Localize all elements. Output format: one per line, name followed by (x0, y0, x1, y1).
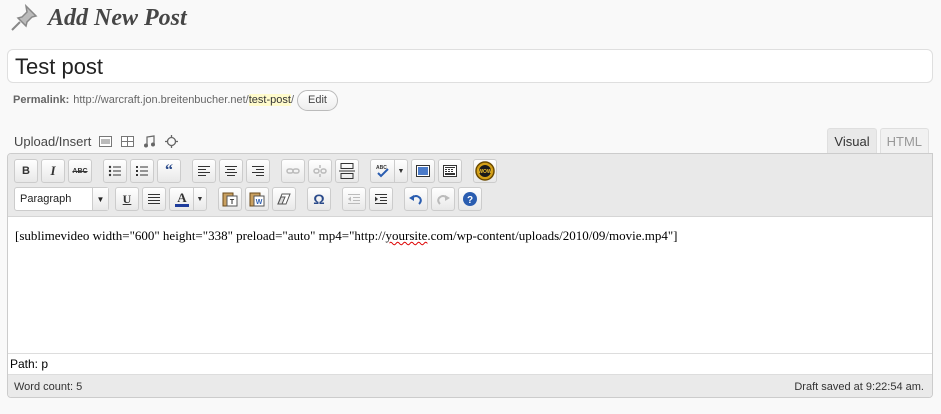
fullscreen-button[interactable] (411, 159, 435, 183)
chevron-down-icon[interactable]: ▼ (395, 160, 407, 182)
permalink-row: Permalink: http://warcraft.jon.breitenbu… (13, 89, 338, 111)
text-color-button[interactable]: A ▼ (169, 187, 207, 211)
redo-button[interactable] (431, 187, 455, 211)
wow-icon: WOW (475, 161, 495, 181)
strikethrough-icon: ABC (72, 167, 88, 175)
undo-button[interactable] (404, 187, 428, 211)
path-text: Path: p (10, 357, 49, 371)
word-count: Word count: 5 (14, 381, 83, 393)
link-icon (286, 168, 300, 174)
underline-button[interactable]: U (115, 187, 139, 211)
video-icon[interactable] (119, 133, 135, 149)
page-header: Add New Post (8, 2, 187, 34)
permalink-slug[interactable]: test-post (248, 94, 291, 106)
toolbar-row-1: B I ABC “ ABC ▼ WOW (14, 159, 500, 183)
redo-icon (437, 195, 450, 205)
chevron-down-icon: ▼ (92, 188, 108, 210)
remove-format-icon (277, 193, 291, 205)
pushpin-icon (8, 2, 42, 34)
svg-text:WOW: WOW (478, 169, 492, 175)
align-left-button[interactable] (192, 159, 216, 183)
text-color-icon: A (170, 188, 194, 210)
editor-toolbar: B I ABC “ ABC ▼ WOW Paragraph ▼ U A ▼ T … (8, 154, 932, 217)
paste-word-icon: W (249, 192, 265, 207)
paste-word-button[interactable]: W (245, 187, 269, 211)
numbered-list-button[interactable] (130, 159, 154, 183)
toolbar-row-2: Paragraph ▼ U A ▼ T W Ω ? (14, 187, 485, 211)
paste-text-button[interactable]: T (218, 187, 242, 211)
media-buttons: Upload/Insert (14, 131, 179, 151)
special-char-button[interactable]: Ω (307, 187, 331, 211)
kitchen-sink-icon (443, 165, 457, 177)
undo-icon (409, 195, 422, 205)
more-tag-icon (339, 163, 355, 179)
unlink-button[interactable] (308, 159, 332, 183)
format-select[interactable]: Paragraph ▼ (14, 187, 109, 211)
editor-content-area[interactable]: [sublimevideo width="600" height="338" p… (8, 218, 932, 353)
italic-button[interactable]: I (41, 159, 65, 183)
bold-button[interactable]: B (14, 159, 38, 183)
link-button[interactable] (281, 159, 305, 183)
post-title-input[interactable] (8, 50, 932, 82)
editor-tabs: Visual HTML (824, 128, 929, 154)
paste-text-icon: T (222, 192, 238, 207)
content-text-before: [sublimevideo width="600" height="338" p… (15, 228, 386, 243)
svg-text:T: T (230, 199, 235, 206)
fullscreen-icon (416, 165, 430, 177)
editor-container: B I ABC “ ABC ▼ WOW Paragraph ▼ U A ▼ T … (7, 153, 933, 398)
justify-icon (148, 194, 160, 204)
unlink-icon (313, 165, 327, 177)
more-tag-button[interactable] (335, 159, 359, 183)
format-select-value: Paragraph (20, 193, 72, 205)
editor-status-bar: Word count: 5 Draft saved at 9:22:54 am. (8, 374, 932, 397)
align-left-icon (198, 166, 210, 176)
audio-icon[interactable] (141, 133, 157, 149)
numbered-list-icon (136, 166, 148, 176)
svg-text:W: W (256, 199, 263, 206)
bold-icon: B (22, 165, 30, 177)
svg-text:A: A (177, 191, 187, 205)
italic-icon: I (50, 163, 56, 178)
draft-saved-status: Draft saved at 9:22:54 am. (794, 381, 924, 393)
permalink-edit-button[interactable]: Edit (297, 89, 338, 111)
editor-path-bar: Path: p (8, 353, 932, 374)
help-button[interactable]: ? (458, 187, 482, 211)
blockquote-icon: “ (165, 162, 173, 179)
post-title-wrapper (7, 49, 933, 83)
tab-visual[interactable]: Visual (827, 128, 877, 154)
page-title: Add New Post (48, 4, 187, 31)
svg-text:?: ? (467, 195, 473, 206)
bullet-list-icon (108, 165, 121, 177)
chevron-down-icon[interactable]: ▼ (194, 188, 206, 210)
strikethrough-button[interactable]: ABC (68, 159, 92, 183)
spellcheck-icon: ABC (371, 160, 395, 182)
permalink-trailing: / (290, 94, 294, 106)
blockquote-button[interactable]: “ (157, 159, 181, 183)
permalink-label: Permalink: (13, 94, 70, 106)
indent-button[interactable] (369, 187, 393, 211)
align-right-button[interactable] (246, 159, 270, 183)
underline-icon: U (122, 191, 132, 206)
outdent-button[interactable] (342, 187, 366, 211)
align-right-icon (252, 166, 264, 176)
upload-insert-label: Upload/Insert (14, 133, 92, 149)
image-icon[interactable] (97, 133, 113, 149)
bullet-list-button[interactable] (103, 159, 127, 183)
content-misspelled-word: yoursite (385, 228, 428, 243)
indent-icon (375, 194, 387, 204)
wow-button[interactable]: WOW (473, 159, 497, 183)
outdent-icon (348, 194, 360, 204)
align-center-button[interactable] (219, 159, 243, 183)
media-icon[interactable] (163, 133, 179, 149)
special-char-icon: Ω (313, 191, 325, 207)
permalink-base-url: http://warcraft.jon.breitenbucher.net/ (73, 94, 249, 106)
kitchen-sink-button[interactable] (438, 159, 462, 183)
help-icon: ? (463, 192, 477, 206)
remove-format-button[interactable] (272, 187, 296, 211)
align-center-icon (225, 166, 237, 176)
content-text-after: .com/wp-content/uploads/2010/09/movie.mp… (427, 228, 678, 243)
tab-html[interactable]: HTML (879, 128, 929, 154)
justify-button[interactable] (142, 187, 166, 211)
spellcheck-button[interactable]: ABC ▼ (370, 159, 408, 183)
